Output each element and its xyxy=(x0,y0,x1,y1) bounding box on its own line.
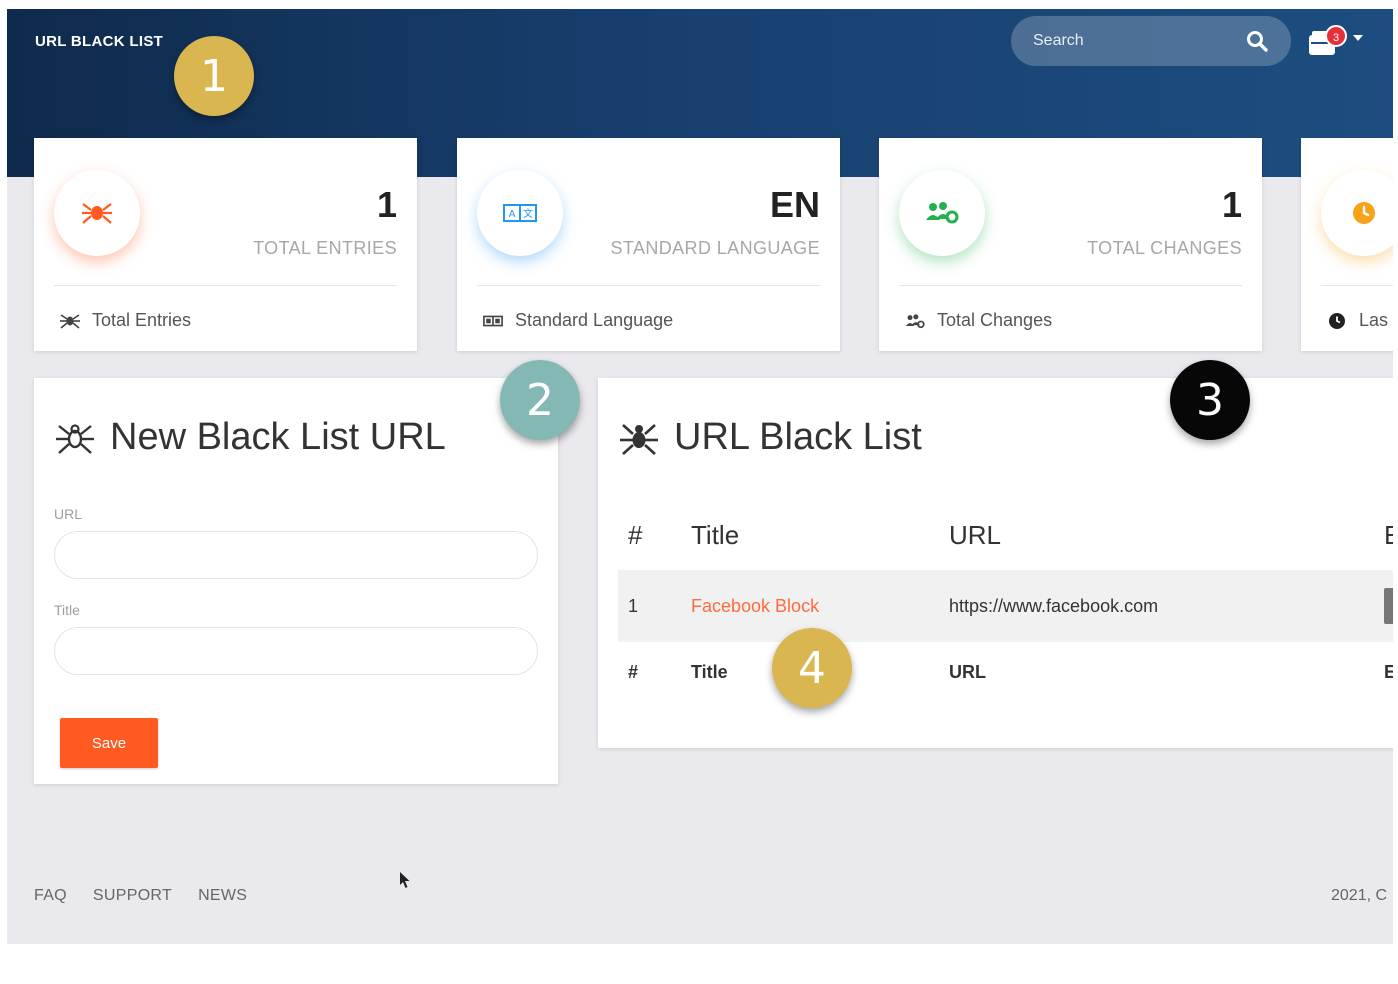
users-gear-icon xyxy=(905,313,925,328)
search-input[interactable] xyxy=(1033,32,1245,50)
stat-footer-label: Standard Language xyxy=(515,310,674,330)
annotation-marker-3: 3 xyxy=(1170,360,1250,440)
stat-card-last: Las xyxy=(1301,138,1393,351)
panel-title: New Black List URL xyxy=(54,416,446,459)
stat-value: 1 xyxy=(376,184,397,225)
stat-label: TOTAL ENTRIES xyxy=(253,238,397,258)
spider-icon xyxy=(56,423,94,454)
support-link[interactable]: SUPPORT xyxy=(93,887,172,905)
url-input[interactable] xyxy=(54,531,538,579)
svg-text:A: A xyxy=(509,209,516,220)
spider-icon xyxy=(82,203,112,224)
language-icon xyxy=(483,315,503,326)
column-header-number: # xyxy=(628,520,643,550)
user-menu[interactable]: 3 xyxy=(1307,21,1367,61)
stat-label: TOTAL CHANGES xyxy=(1087,238,1242,258)
stat-card-total-changes: 1 TOTAL CHANGES Total Changes xyxy=(879,138,1262,351)
footer-header-number: # xyxy=(628,662,639,682)
stat-icon-circle xyxy=(899,170,985,256)
footer-header-edit: E xyxy=(1384,662,1393,682)
app-window: URL BLACK LIST 3 xyxy=(7,9,1393,944)
page-bottom xyxy=(0,944,1398,984)
annotation-marker-2: 2 xyxy=(500,360,580,440)
svg-text:文: 文 xyxy=(523,207,533,220)
search-icon[interactable] xyxy=(1245,29,1269,53)
url-list-panel: URL Black List # Title URL E 1 Facebook … xyxy=(598,378,1393,748)
faq-link[interactable]: FAQ xyxy=(34,887,67,905)
chevron-down-icon[interactable] xyxy=(1353,35,1363,41)
footer-links: FAQ SUPPORT NEWS xyxy=(34,887,247,905)
row-number: 1 xyxy=(628,596,639,616)
column-header-edit: E xyxy=(1384,520,1393,550)
title-input[interactable] xyxy=(54,627,538,675)
clock-icon xyxy=(1353,202,1375,224)
stat-icon-circle xyxy=(54,170,140,256)
annotation-marker-4: 4 xyxy=(772,628,852,708)
stat-footer-label: Las xyxy=(1359,310,1389,330)
url-label: URL xyxy=(54,506,83,522)
stat-footer: Standard Language xyxy=(483,310,673,331)
divider xyxy=(477,285,820,286)
stat-footer-label: Total Changes xyxy=(937,310,1053,330)
copyright: 2021, C xyxy=(1331,887,1388,904)
title-label: Title xyxy=(54,602,80,618)
stat-card-standard-language: A 文 EN STANDARD LANGUAGE Standard Langua… xyxy=(457,138,840,351)
stat-value: EN xyxy=(769,184,820,225)
annotation-marker-1: 1 xyxy=(174,36,254,116)
panel-title-text: New Black List URL xyxy=(110,416,446,458)
spider-icon xyxy=(620,423,658,455)
row-title-link[interactable]: Facebook Block xyxy=(691,596,819,617)
footer-header-url: URL xyxy=(949,662,986,682)
panel-title: URL Black List xyxy=(618,416,922,459)
brand-title: URL BLACK LIST xyxy=(35,33,164,50)
new-entry-panel: New Black List URL URL Title Save xyxy=(34,378,558,784)
divider xyxy=(899,285,1242,286)
language-icon: A 文 xyxy=(503,204,537,222)
stat-icon-circle xyxy=(1321,170,1393,256)
notification-badge: 3 xyxy=(1325,25,1347,47)
search-box[interactable] xyxy=(1011,16,1291,66)
footer-header-title: Title xyxy=(691,662,728,682)
spider-icon xyxy=(60,313,80,329)
news-link[interactable]: NEWS xyxy=(198,887,247,905)
row-action-button[interactable] xyxy=(1384,588,1393,624)
save-button[interactable]: Save xyxy=(60,718,158,768)
divider xyxy=(1321,285,1393,286)
stat-card-total-entries: 1 TOTAL ENTRIES Total Entries xyxy=(34,138,417,351)
stat-value: 1 xyxy=(1221,184,1242,225)
divider xyxy=(54,285,397,286)
clock-icon xyxy=(1329,312,1345,329)
stat-icon-circle: A 文 xyxy=(477,170,563,256)
stat-footer: Total Entries xyxy=(60,310,191,331)
stat-footer: Las xyxy=(1327,310,1388,331)
stat-footer-label: Total Entries xyxy=(92,310,192,330)
row-url: https://www.facebook.com xyxy=(949,596,1159,616)
table-row[interactable]: 1 Facebook Block https://www.facebook.co… xyxy=(618,570,1393,642)
stat-label: STANDARD LANGUAGE xyxy=(610,238,820,258)
column-header-title[interactable]: Title xyxy=(691,520,739,551)
mouse-cursor-icon xyxy=(400,872,410,888)
column-header-url[interactable]: URL xyxy=(949,520,1001,551)
users-gear-icon xyxy=(926,202,959,224)
panel-title-text: URL Black List xyxy=(674,416,922,458)
stat-footer: Total Changes xyxy=(905,310,1052,331)
